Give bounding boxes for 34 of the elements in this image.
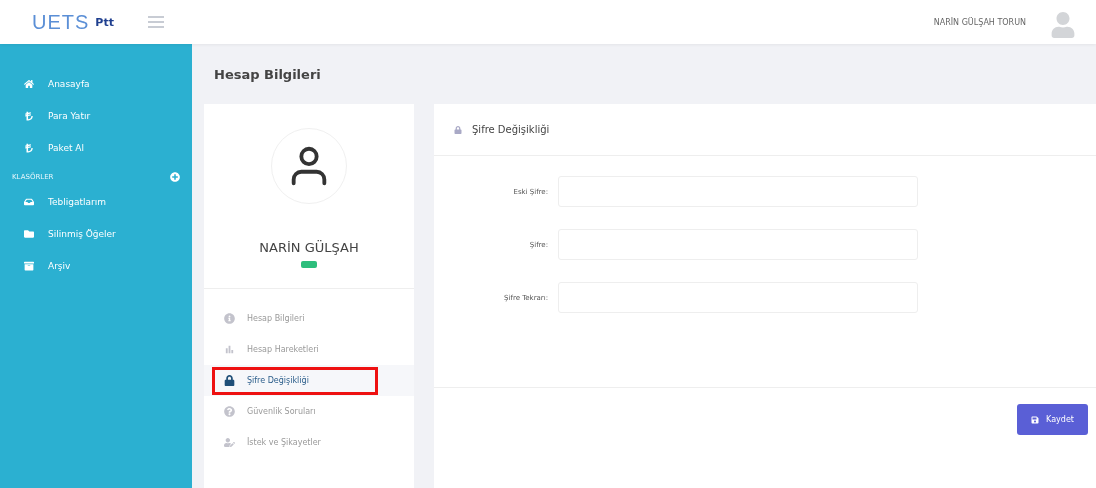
sidebar-item[interactable]: Tebligatlarım	[0, 186, 192, 218]
page-title: Hesap Bilgileri	[213, 65, 322, 84]
menu-icon[interactable]	[147, 16, 164, 28]
save-icon	[1031, 415, 1040, 424]
sidebar-item[interactable]: Anasayfa	[0, 68, 192, 100]
home-icon	[24, 79, 34, 89]
user-name: NARİN GÜLŞAH TORUN	[933, 17, 1026, 27]
add-icon[interactable]	[170, 172, 180, 182]
profile-menu-item[interactable]: İstek ve Şikayetler	[204, 427, 414, 458]
save-button[interactable]: Kaydet	[1017, 404, 1088, 435]
status-badge	[301, 261, 317, 268]
inbox-icon	[24, 197, 34, 207]
profile-name: NARİN GÜLŞAH	[258, 240, 360, 255]
logo: UETS	[32, 10, 90, 34]
profile-menu-item[interactable]: Şifre Değişikliği	[204, 365, 414, 396]
lira-icon	[24, 143, 34, 153]
folder-icon	[24, 229, 34, 239]
profile-menu-item[interactable]: Güvenlik Soruları	[204, 396, 414, 427]
sidebar-item[interactable]: Para Yatır	[0, 100, 192, 132]
profile-menu-item[interactable]: Hesap Bilgileri	[204, 303, 414, 334]
sidebar-item[interactable]: Paket Al	[0, 132, 192, 164]
form-title: Şifre Değişikliği	[472, 124, 550, 135]
logo-subtext: Ptt	[95, 15, 114, 29]
question-icon	[224, 406, 235, 417]
bar-chart-icon	[224, 344, 235, 355]
profile-menu-item[interactable]: Hesap Hareketleri	[204, 334, 414, 365]
sidebar-item[interactable]: Arşiv	[0, 250, 192, 282]
sidebar-item[interactable]: Silinmiş Öğeler	[0, 218, 192, 250]
lock-icon	[454, 125, 462, 134]
info-icon	[224, 313, 235, 324]
archive-icon	[24, 261, 34, 271]
lock-icon	[224, 375, 235, 386]
user-edit-icon	[224, 437, 235, 448]
lira-icon	[24, 111, 34, 121]
